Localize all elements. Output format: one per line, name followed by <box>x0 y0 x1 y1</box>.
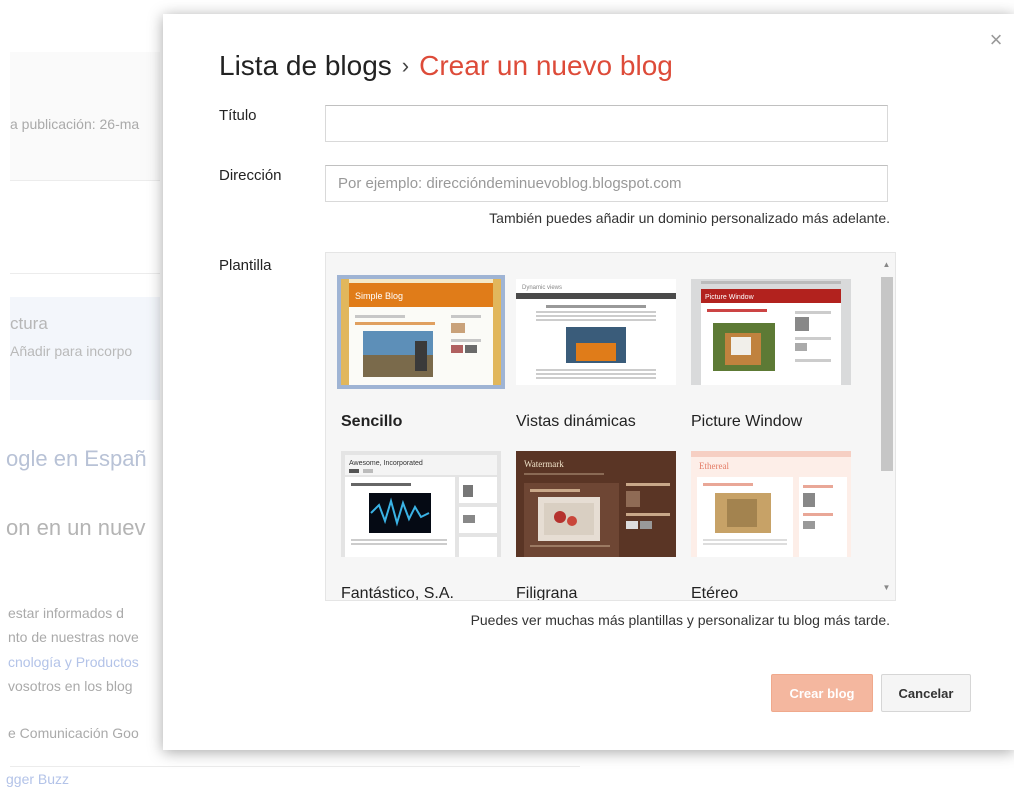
ethereal-preview-icon: Ethereal <box>691 451 851 557</box>
template-picker: Simple Blog Sencillo Dynamic views Vista… <box>325 252 896 601</box>
template-name: Etéreo <box>691 585 739 601</box>
background-publication-text: a publicación: 26-ma <box>10 116 140 132</box>
awesome-inc-preview-icon: Awesome, Incorporated <box>341 451 501 557</box>
background-reading-title: ctura <box>10 314 48 333</box>
svg-text:Watermark: Watermark <box>524 459 564 469</box>
background-new-heading: on en un nuev <box>6 515 146 540</box>
cancel-button[interactable]: Cancelar <box>881 674 971 712</box>
template-hint: Puedes ver muchas más plantillas y perso… <box>470 612 890 628</box>
template-label: Plantilla <box>219 257 272 274</box>
picture-window-preview-icon: Picture Window <box>691 279 851 385</box>
template-thumbnail: Awesome, Incorporated <box>337 447 505 561</box>
template-thumbnail: Picture Window <box>687 275 855 389</box>
svg-text:Picture Window: Picture Window <box>705 294 755 301</box>
template-name: Sencillo <box>341 413 403 430</box>
background-google-spain: ogle en Españ <box>6 446 147 471</box>
background-paragraph-line: estar informados d <box>8 605 124 621</box>
svg-text:Simple Blog: Simple Blog <box>355 291 403 301</box>
close-icon[interactable]: × <box>986 29 1006 51</box>
template-name: Fantástico, S.A. <box>341 585 454 601</box>
title-label: Título <box>219 107 257 124</box>
background-divider <box>10 766 580 767</box>
scrollbar-thumb[interactable] <box>881 277 893 471</box>
background-paragraph-line: vosotros en los blog <box>8 678 133 694</box>
dynamic-views-preview-icon: Dynamic views <box>516 279 676 385</box>
background-divider <box>10 273 160 274</box>
svg-text:Awesome, Incorporated: Awesome, Incorporated <box>349 460 423 467</box>
template-thumbnail: Dynamic views <box>512 275 680 389</box>
background-paragraph-link: cnología y Productos <box>8 654 139 670</box>
background-paragraph-line: nto de nuestras nove <box>8 629 139 645</box>
template-picture-window[interactable]: Picture Window Picture Window <box>691 279 861 430</box>
template-thumbnail: Simple Blog <box>337 275 505 389</box>
watermark-preview-icon: Watermark <box>516 451 676 557</box>
template-thumbnail: Watermark <box>512 447 680 561</box>
address-input[interactable] <box>325 165 888 202</box>
title-input[interactable] <box>325 105 888 142</box>
template-name: Vistas dinámicas <box>516 413 636 430</box>
dialog-title: Lista de blogs › Crear un nuevo blog <box>219 50 673 82</box>
simple-blog-preview-icon: Simple Blog <box>341 279 501 385</box>
template-fantastico[interactable]: Awesome, Incorporated Fantástico, S.A. <box>341 451 511 600</box>
template-etereo[interactable]: Ethereal Etéreo <box>691 451 861 600</box>
template-scrollbar[interactable]: ▲ ▼ <box>878 253 895 600</box>
template-filigrana[interactable]: Watermark Filigrana <box>516 451 686 600</box>
breadcrumb-blog-list[interactable]: Lista de blogs <box>219 50 392 81</box>
scroll-down-icon[interactable]: ▼ <box>878 580 895 596</box>
scroll-up-icon[interactable]: ▲ <box>878 257 895 273</box>
svg-text:Ethereal: Ethereal <box>699 461 729 471</box>
template-vistas-dinamicas[interactable]: Dynamic views Vistas dinámicas <box>516 279 686 430</box>
template-name: Filigrana <box>516 585 578 601</box>
address-hint: También puedes añadir un dominio persona… <box>489 210 890 226</box>
breadcrumb-current: Crear un nuevo blog <box>419 50 673 81</box>
create-blog-button[interactable]: Crear blog <box>771 674 873 712</box>
template-thumbnail: Ethereal <box>687 447 855 561</box>
background-comms-text: e Comunicación Goo <box>8 725 139 741</box>
background-reading-desc: Añadir para incorpo <box>10 343 133 359</box>
template-sencillo[interactable]: Simple Blog Sencillo <box>337 275 511 430</box>
address-label: Dirección <box>219 167 282 184</box>
breadcrumb-separator-icon: › <box>401 53 410 78</box>
create-blog-dialog: × Lista de blogs › Crear un nuevo blog Tít… <box>163 14 1014 750</box>
svg-text:Dynamic views: Dynamic views <box>522 285 562 291</box>
template-name: Picture Window <box>691 413 803 430</box>
background-buzz-link: gger Buzz <box>6 771 70 787</box>
